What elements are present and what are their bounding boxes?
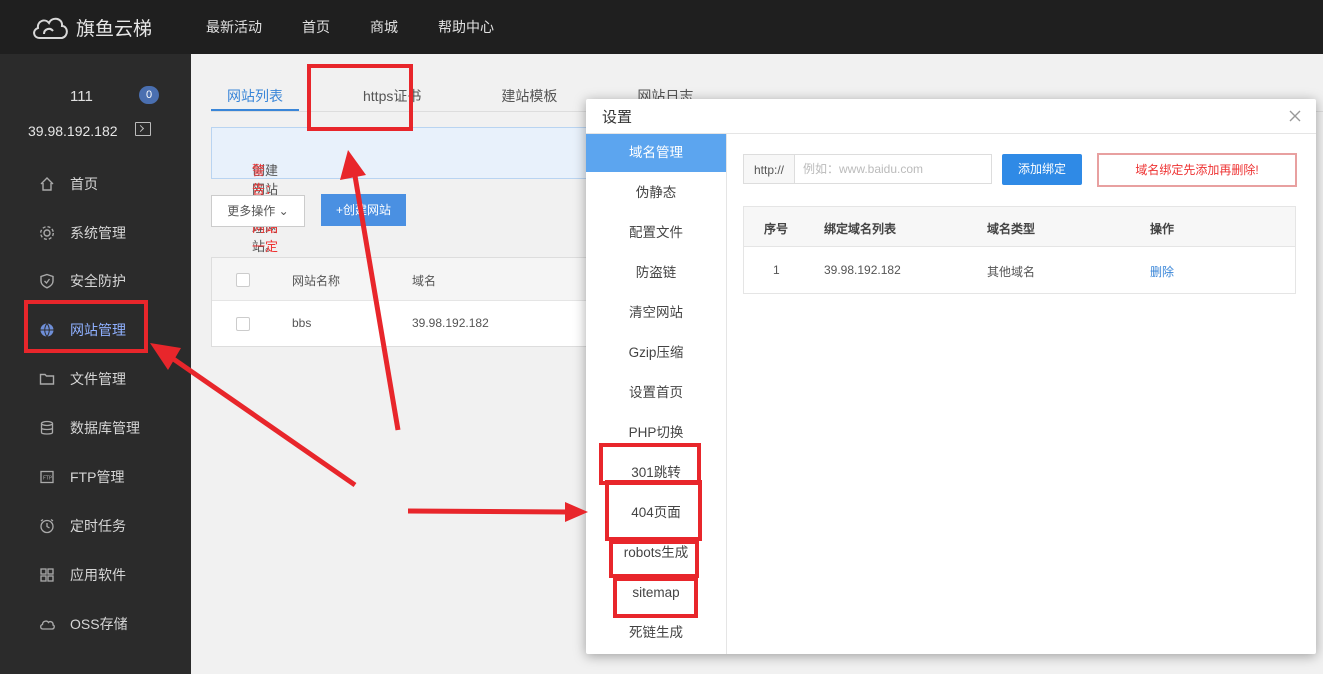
sidebar-item-website[interactable]: 网站管理 — [0, 313, 191, 347]
chevron-down-icon: ⌄ — [278, 204, 289, 218]
domain-input[interactable] — [795, 154, 992, 184]
sidebar-item-system[interactable]: 系统管理 — [0, 216, 191, 250]
menu-dead-links[interactable]: 死链生成 — [586, 614, 726, 652]
index-cell: 1 — [773, 263, 780, 277]
site-name-cell: bbs — [292, 316, 312, 330]
topnav-help[interactable]: 帮助中心 — [438, 17, 494, 37]
menu-rewrite[interactable]: 伪静态 — [586, 174, 726, 212]
menu-set-homepage[interactable]: 设置首页 — [586, 374, 726, 412]
menu-php-switch[interactable]: PHP切换 — [586, 414, 726, 452]
column-bound-domains: 绑定域名列表 — [824, 222, 897, 236]
ftp-icon: FTP — [38, 468, 56, 486]
sidebar-item-label: FTP管理 — [70, 469, 125, 485]
menu-domain-management[interactable]: 域名管理 — [586, 134, 726, 172]
sidebar-item-label: 安全防护 — [70, 273, 126, 289]
domain-type-cell: 其他域名 — [987, 265, 1036, 279]
menu-301-redirect[interactable]: 301跳转 — [586, 454, 726, 492]
select-all-checkbox[interactable] — [236, 273, 250, 287]
topnav-home[interactable]: 首页 — [302, 17, 330, 37]
tab-site-list[interactable]: 网站列表 — [211, 81, 299, 111]
brand-name: 旗鱼云梯 — [76, 18, 153, 40]
binding-table: 序号 绑定域名列表 域名类型 操作 1 39.98.192.182 其他域名 删… — [743, 206, 1296, 294]
sidebar-item-files[interactable]: 文件管理 — [0, 362, 191, 396]
modal-settings-menu: 域名管理 伪静态 配置文件 防盗链 清空网站 Gzip压缩 设置首页 PHP切换… — [586, 134, 727, 654]
topnav-store[interactable]: 商城 — [370, 17, 398, 37]
topnav-activities[interactable]: 最新活动 — [206, 17, 262, 37]
database-icon — [38, 419, 56, 437]
sidebar-item-label: 网站管理 — [70, 322, 126, 338]
menu-robots[interactable]: robots生成 — [586, 534, 726, 572]
notification-badge[interactable]: 0 — [139, 86, 159, 104]
sidebar-item-cron[interactable]: 定时任务 — [0, 509, 191, 543]
top-bar: 旗鱼云梯 最新活动 首页 商城 帮助中心 — [0, 0, 1323, 54]
binding-hint: 域名绑定先添加再删除! — [1097, 153, 1297, 187]
more-actions-button[interactable]: 更多操作 ⌄ — [211, 195, 305, 227]
gear-icon — [38, 224, 56, 242]
home-icon — [38, 175, 56, 193]
column-actions: 操作 — [1150, 222, 1175, 236]
brand-logo[interactable]: 旗鱼云梯 — [30, 10, 152, 44]
column-site-name: 网站名称 — [292, 274, 341, 288]
modal-header: 设置 — [586, 99, 1316, 134]
menu-gzip[interactable]: Gzip压缩 — [586, 334, 726, 372]
sidebar: 111 0 39.98.192.182 首页 系统管理 安全防护 网站管理 文件… — [0, 54, 191, 674]
sidebar-item-home[interactable]: 首页 — [0, 167, 191, 201]
sidebar-item-database[interactable]: 数据库管理 — [0, 411, 191, 445]
menu-clear-site[interactable]: 清空网站 — [586, 294, 726, 332]
sidebar-item-label: OSS存储 — [70, 616, 128, 632]
sidebar-item-oss[interactable]: OSS存储 — [0, 607, 191, 641]
sidebar-item-label: 定时任务 — [70, 518, 126, 534]
tab-https-cert[interactable]: https证书 — [347, 81, 437, 111]
sidebar-item-label: 首页 — [70, 176, 98, 192]
column-domain-type: 域名类型 — [987, 222, 1036, 236]
notice-text: 创建网站和管理网站。 警告：删除网站一定要在网站列表 — [232, 144, 278, 311]
tab-site-template[interactable]: 建站模板 — [485, 81, 573, 111]
folder-icon — [38, 370, 56, 388]
more-actions-label: 更多操作 — [227, 204, 276, 218]
clock-icon — [38, 517, 56, 535]
column-index: 序号 — [764, 222, 789, 236]
sidebar-item-label: 数据库管理 — [70, 420, 140, 436]
binding-table-header: 序号 绑定域名列表 域名类型 操作 — [744, 207, 1295, 247]
delete-binding-link[interactable]: 删除 — [1150, 263, 1174, 280]
add-binding-button[interactable]: 添加绑定 — [1002, 154, 1082, 185]
settings-modal: 设置 域名管理 伪静态 配置文件 防盗链 清空网站 Gzip压缩 设置首页 PH… — [586, 99, 1316, 654]
menu-config-file[interactable]: 配置文件 — [586, 214, 726, 252]
sidebar-item-label: 应用软件 — [70, 567, 126, 583]
modal-title: 设置 — [602, 109, 633, 126]
domain-cell: 39.98.192.182 — [412, 316, 489, 330]
apps-icon — [38, 566, 56, 584]
close-icon[interactable] — [1286, 107, 1304, 125]
shield-icon — [38, 272, 56, 290]
cloud-icon — [38, 615, 56, 633]
server-ip: 39.98.192.182 — [28, 123, 118, 139]
user-name: 111 — [70, 88, 93, 105]
sidebar-item-apps[interactable]: 应用软件 — [0, 558, 191, 592]
bound-domain-cell: 39.98.192.182 — [824, 263, 901, 277]
menu-sitemap[interactable]: sitemap — [586, 574, 726, 612]
svg-text:FTP: FTP — [43, 476, 52, 482]
terminal-icon[interactable] — [135, 122, 151, 136]
row-checkbox[interactable] — [236, 317, 250, 331]
menu-hotlink-protection[interactable]: 防盗链 — [586, 254, 726, 292]
cloud-logo-icon — [33, 17, 68, 39]
menu-404-page[interactable]: 404页面 — [586, 494, 726, 532]
sidebar-item-ftp[interactable]: FTP FTP管理 — [0, 460, 191, 494]
column-domain: 域名 — [412, 274, 437, 288]
create-site-button[interactable]: +创建网站 — [321, 194, 406, 226]
top-nav: 最新活动 首页 商城 帮助中心 — [206, 0, 534, 54]
sidebar-item-label: 文件管理 — [70, 371, 126, 387]
protocol-prefix: http:// — [743, 154, 795, 184]
globe-icon — [38, 321, 56, 339]
sidebar-item-security[interactable]: 安全防护 — [0, 264, 191, 298]
sidebar-item-label: 系统管理 — [70, 225, 126, 241]
